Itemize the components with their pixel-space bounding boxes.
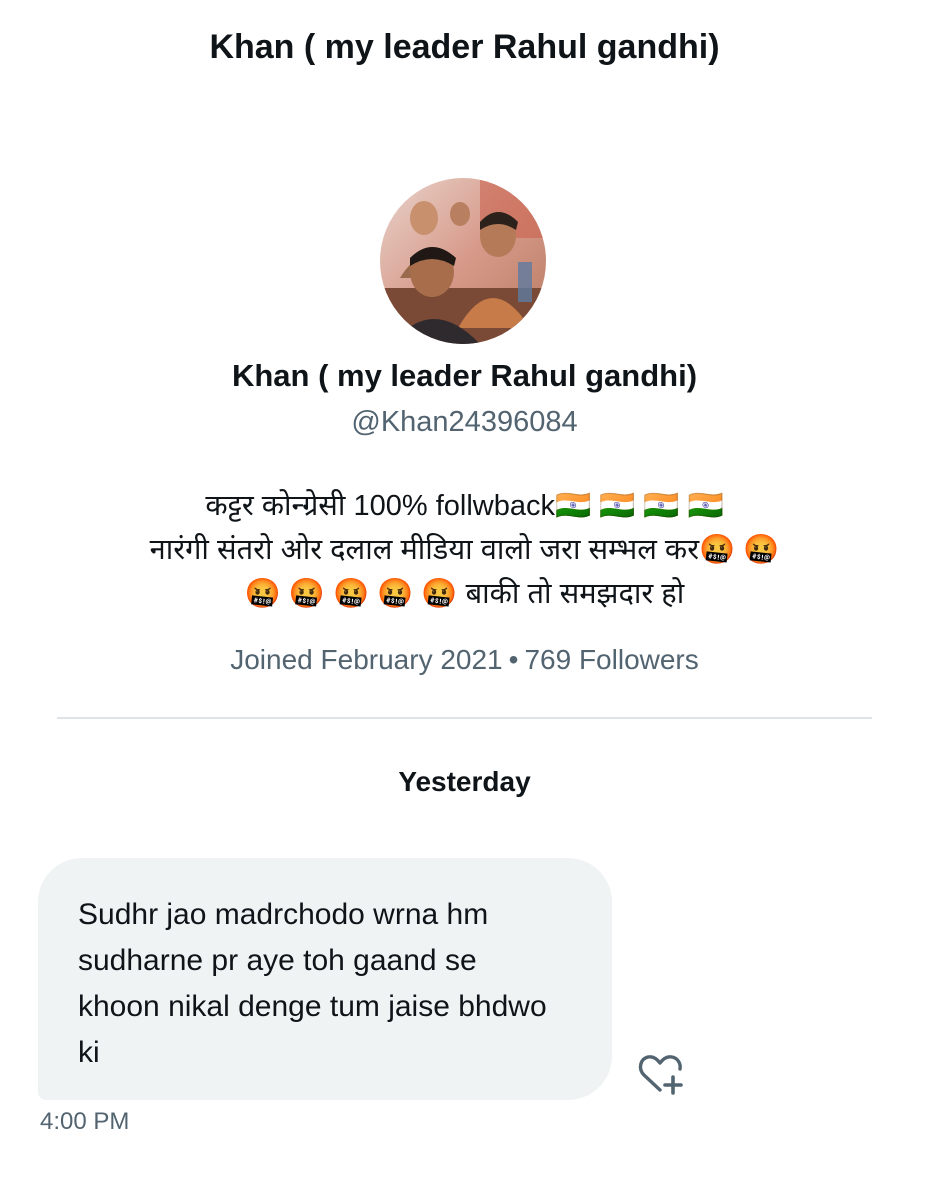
- heart-plus-icon: [638, 1055, 683, 1095]
- profile-avatar[interactable]: [380, 178, 546, 344]
- divider: [57, 717, 872, 719]
- profile-handle[interactable]: @Khan24396084: [0, 406, 929, 439]
- bio-line: नारंगी संतरो ओर दलाल मीडिया वालो जरा सम्…: [149, 534, 780, 566]
- message-timestamp: 4:00 PM: [40, 1108, 130, 1135]
- message-bubble[interactable]: Sudhr jao madrchodo wrna hm sudharne pr …: [38, 858, 612, 1100]
- meta-separator: •: [508, 644, 519, 675]
- followers-count: 769 Followers: [524, 644, 699, 675]
- profile-bio: कट्टर कोन्ग्रेसी 100% follwback🇮🇳 🇮🇳 🇮🇳 …: [40, 484, 889, 616]
- conversation-title: Khan ( my leader Rahul gandhi): [209, 28, 720, 66]
- avatar-photo: [380, 178, 546, 344]
- message-text: Sudhr jao madrchodo wrna hm sudharne pr …: [78, 898, 547, 1069]
- joined-date: Joined February 2021: [230, 644, 503, 675]
- add-reaction-button[interactable]: [636, 1050, 686, 1096]
- date-separator: Yesterday: [398, 766, 531, 797]
- bio-line: कट्टर कोन्ग्रेसी 100% follwback🇮🇳 🇮🇳 🇮🇳 …: [205, 490, 724, 522]
- profile-meta: Joined February 2021 • 769 Followers: [0, 644, 929, 676]
- profile-name[interactable]: Khan ( my leader Rahul gandhi): [0, 358, 929, 394]
- bio-line: 🤬 🤬 🤬 🤬 🤬 बाकी तो समझदार हो: [244, 578, 685, 610]
